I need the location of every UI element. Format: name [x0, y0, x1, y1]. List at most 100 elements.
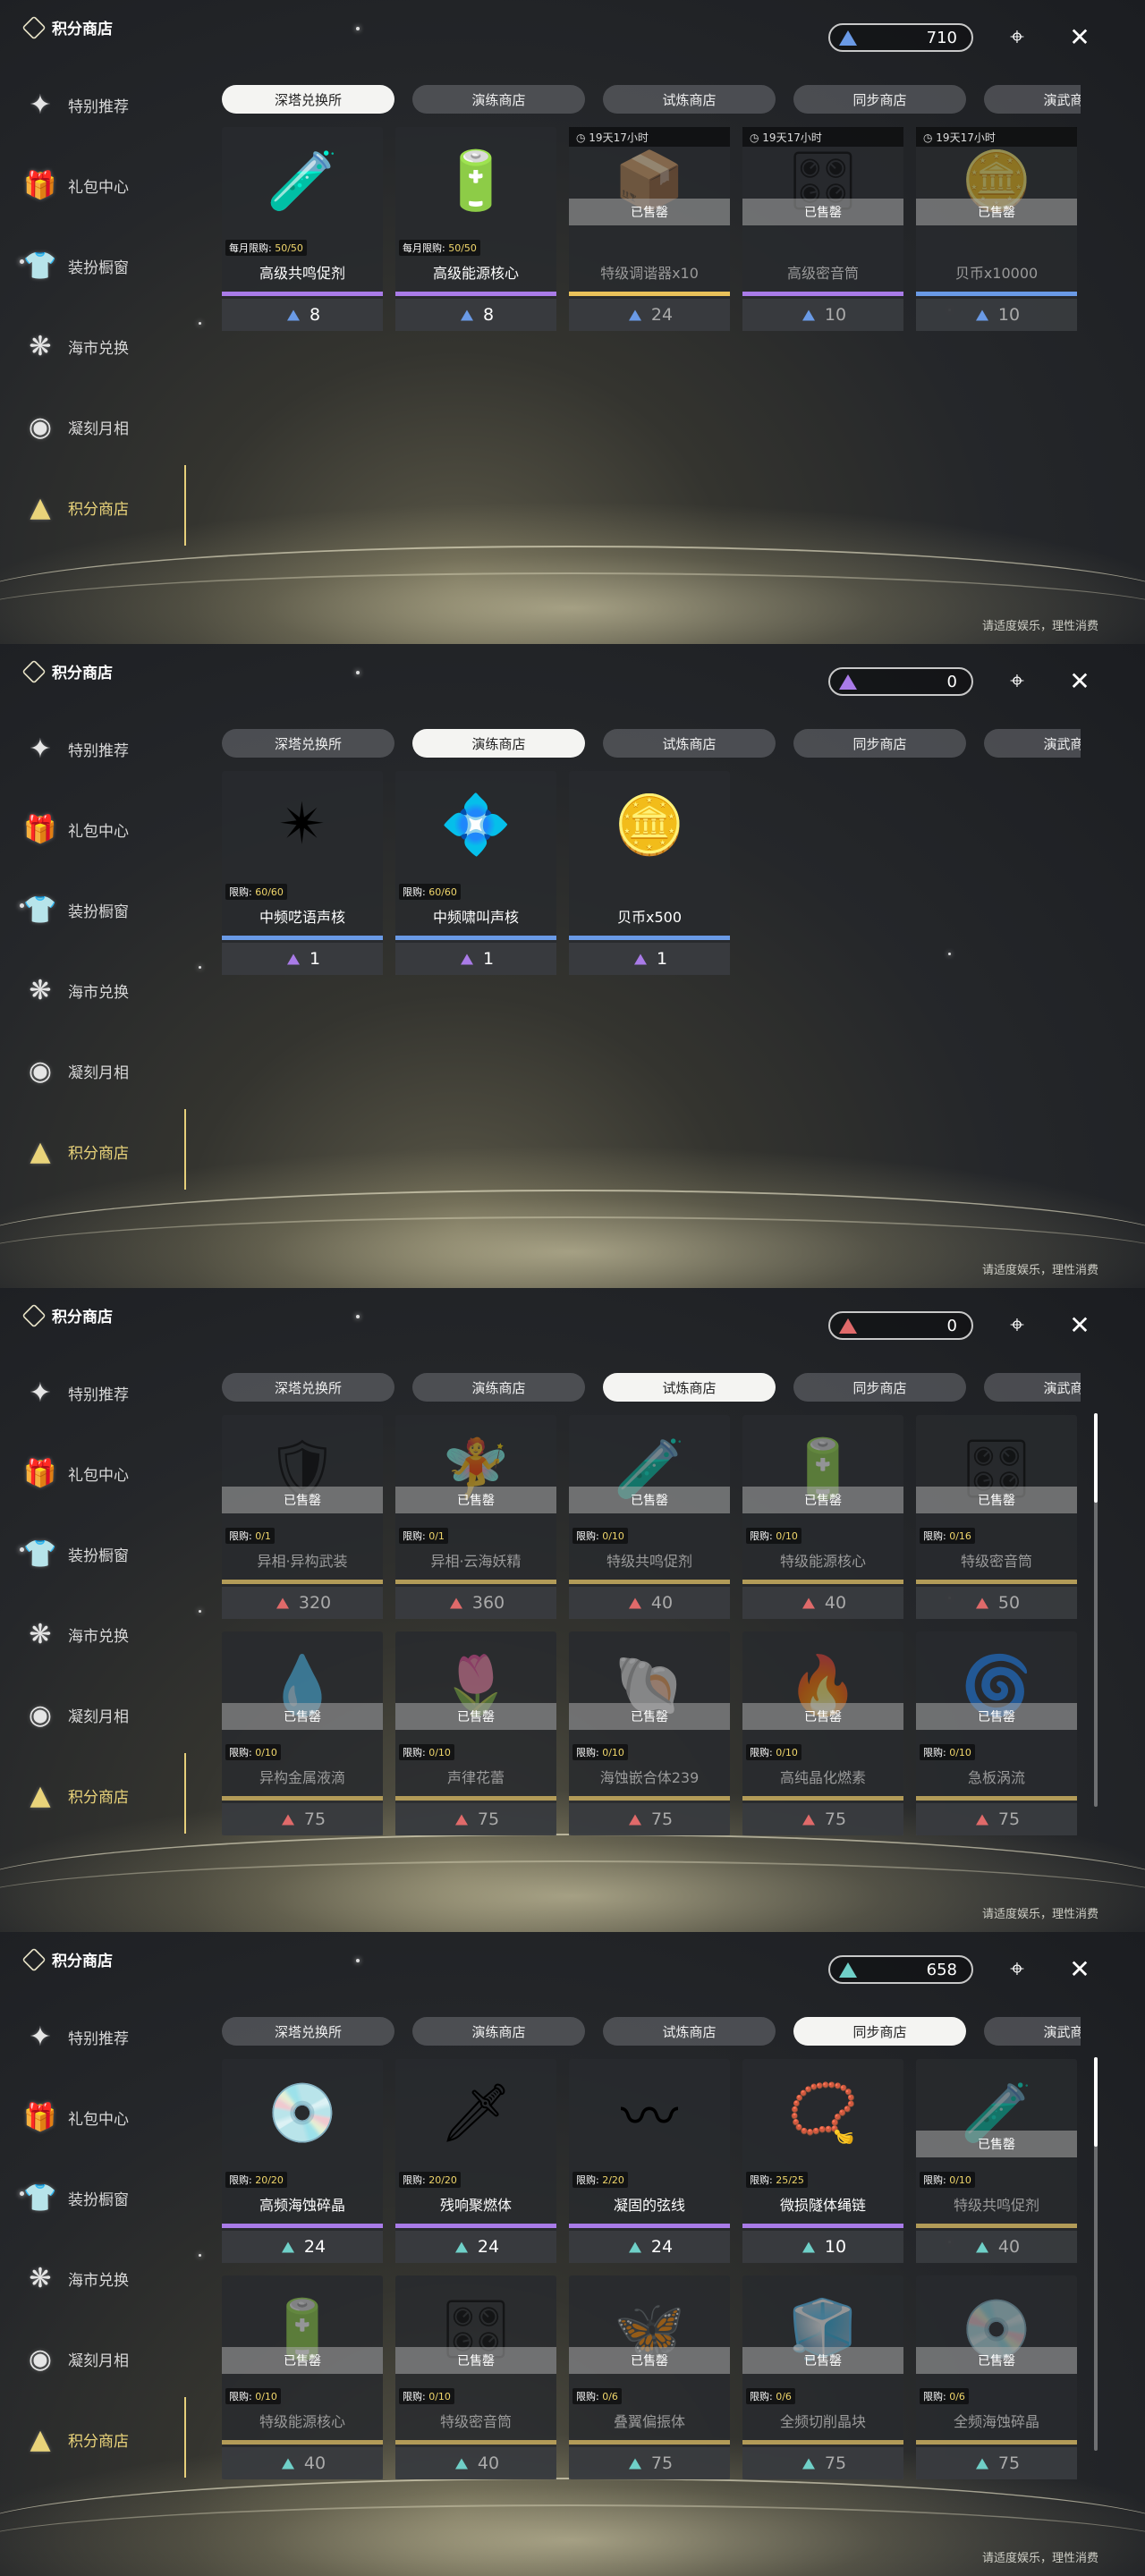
shop-item-card[interactable]: 🪙 贝币x500 1: [569, 771, 730, 975]
purchase-limit-label: 限购:: [403, 2391, 426, 2402]
shop-tab[interactable]: 试炼商店: [603, 1373, 776, 1402]
shop-item-card[interactable]: 🧪 已售罄 限购: 0/10 特级共鸣促剂 40: [916, 2059, 1077, 2263]
sidebar-item[interactable]: ◉ 凝刻月相: [23, 1030, 193, 1111]
shop-tab[interactable]: 试炼商店: [603, 85, 776, 114]
shop-item-card[interactable]: 💿 限购: 20/20 高频海蚀碎晶 24: [222, 2059, 383, 2263]
shop-tab[interactable]: 同步商店: [793, 2017, 966, 2046]
shop-tab[interactable]: 同步商店: [793, 85, 966, 114]
sidebar-item[interactable]: 🎁 礼包中心: [23, 145, 193, 225]
shop-tab[interactable]: 演练商店: [412, 1373, 585, 1402]
sidebar-item[interactable]: ❋ 海市兑换: [23, 306, 193, 386]
scrollbar-thumb[interactable]: [1094, 1413, 1098, 1503]
shop-item-card[interactable]: 💿 已售罄 限购: 0/6 全频海蚀碎晶 75: [916, 2275, 1077, 2479]
sidebar-item[interactable]: 🎁 礼包中心: [23, 789, 193, 869]
sidebar-item[interactable]: ❋ 海市兑换: [23, 950, 193, 1030]
scrollbar[interactable]: [1094, 1413, 1098, 1807]
purchase-limit-label: 限购:: [229, 1530, 252, 1542]
sidebar-item[interactable]: ▲ 积分商店: [23, 467, 193, 547]
shop-item-card[interactable]: 🛡 已售罄 限购: 0/1 异相·异构武装 320: [222, 1415, 383, 1619]
currency-crystal-icon: [628, 2458, 641, 2469]
sidebar-item[interactable]: 🎁 礼包中心: [23, 2077, 193, 2157]
close-icon[interactable]: ✕: [1064, 21, 1095, 52]
shop-panel: 积分商店 ✦ 特别推荐 🎁 礼包中心 👕 装扮橱窗 ❋ 海市兑换 ◉ 凝刻月相 ▲ 积分商店 0 ⌖ ✕ 深塔兑…: [0, 644, 1145, 1288]
shop-tab[interactable]: 深塔兑换所: [222, 1373, 394, 1402]
purchase-limit-value: 60/60: [255, 886, 284, 898]
purchase-limit-label: 限购:: [750, 2174, 773, 2186]
sidebar-item[interactable]: ❋ 海市兑换: [23, 1594, 193, 1674]
shop-item-card[interactable]: 🧪 每月限购: 50/50 高级共鸣促剂 8: [222, 127, 383, 331]
sidebar-item[interactable]: ✦ 特别推荐: [23, 1352, 193, 1433]
sidebar-item[interactable]: ◉ 凝刻月相: [23, 386, 193, 467]
sidebar-item[interactable]: ◉ 凝刻月相: [23, 1674, 193, 1755]
crosshair-help-icon[interactable]: ⌖: [1002, 665, 1032, 696]
sidebar-item[interactable]: 👕 装扮橱窗: [23, 1513, 193, 1594]
shop-tab[interactable]: 深塔兑换所: [222, 729, 394, 758]
sidebar-item[interactable]: ▲ 积分商店: [23, 2399, 193, 2479]
close-icon[interactable]: ✕: [1064, 665, 1095, 696]
shop-item-card[interactable]: 📦 ◷ 19天17小时 已售罄 特级调谐器x10 24: [569, 127, 730, 331]
sidebar-item[interactable]: 👕 装扮橱窗: [23, 869, 193, 950]
shop-item-card[interactable]: 🎛 已售罄 限购: 0/16 特级密音筒 50: [916, 1415, 1077, 1619]
crosshair-help-icon[interactable]: ⌖: [1002, 21, 1032, 52]
shop-item-card[interactable]: 🧊 已售罄 限购: 0/6 全频切削晶块 75: [742, 2275, 903, 2479]
shop-item-card[interactable]: 🎛 已售罄 限购: 0/10 特级密音筒 40: [395, 2275, 556, 2479]
scrollbar[interactable]: [1094, 2057, 1098, 2451]
shop-tab[interactable]: 演练商店: [412, 2017, 585, 2046]
shop-item-card[interactable]: ✴ 限购: 60/60 中频呓语声核 1: [222, 771, 383, 975]
rarity-bar: [742, 1580, 903, 1584]
shop-tabs: 深塔兑换所演练商店试炼商店同步商店演武商店: [222, 2017, 1081, 2046]
shop-item-card[interactable]: 🌷 已售罄 限购: 0/10 声律花蕾 75: [395, 1631, 556, 1835]
sidebar-item[interactable]: 🎁 礼包中心: [23, 1433, 193, 1513]
shop-item-card[interactable]: 🪙 ◷ 19天17小时 已售罄 贝币x10000 10: [916, 127, 1077, 331]
scrollbar-thumb[interactable]: [1094, 2057, 1098, 2147]
shop-tab[interactable]: 演武商店: [984, 1373, 1081, 1402]
shop-item-card[interactable]: 📿 限购: 25/25 微损隧体绳链 10: [742, 2059, 903, 2263]
purchase-limit-label: 限购:: [750, 2391, 773, 2402]
shop-item-card[interactable]: 🦋 已售罄 限购: 0/6 叠翼偏振体 75: [569, 2275, 730, 2479]
shop-tab[interactable]: 试炼商店: [603, 2017, 776, 2046]
shop-tab[interactable]: 试炼商店: [603, 729, 776, 758]
shop-item-card[interactable]: 🗡 限购: 20/20 残响聚燃体 24: [395, 2059, 556, 2263]
rarity-bar: [395, 1580, 556, 1584]
shop-item-card[interactable]: 〰限购: 2/20 凝固的弦线 24: [569, 2059, 730, 2263]
shop-item-card[interactable]: 🌀 已售罄 限购: 0/10 急板涡流 75: [916, 1631, 1077, 1835]
shop-item-card[interactable]: 🧚 已售罄 限购: 0/1 异相·云海妖精 360: [395, 1415, 556, 1619]
shop-item-card[interactable]: 🔥 已售罄 限购: 0/10 高纯晶化燃素 75: [742, 1631, 903, 1835]
shop-tab[interactable]: 演练商店: [412, 85, 585, 114]
item-price: 50: [916, 1587, 1077, 1619]
currency-crystal-icon: [460, 309, 473, 320]
shop-item-card[interactable]: 🧪 已售罄 限购: 0/10 特级共鸣促剂 40: [569, 1415, 730, 1619]
close-icon[interactable]: ✕: [1064, 1953, 1095, 1984]
sold-out-badge: 已售罄: [569, 1703, 730, 1730]
shop-item-card[interactable]: 🔋 已售罄 限购: 0/10 特级能源核心 40: [222, 2275, 383, 2479]
shop-tab[interactable]: 同步商店: [793, 1373, 966, 1402]
sidebar-item[interactable]: ▲ 积分商店: [23, 1111, 193, 1191]
crosshair-help-icon[interactable]: ⌖: [1002, 1309, 1032, 1340]
shop-item-card[interactable]: 🔋 每月限购: 50/50 高级能源核心 8: [395, 127, 556, 331]
shop-tab[interactable]: 同步商店: [793, 729, 966, 758]
sidebar-item[interactable]: 👕 装扮橱窗: [23, 2157, 193, 2238]
sidebar-item[interactable]: ◉ 凝刻月相: [23, 2318, 193, 2399]
rarity-bar: [569, 292, 730, 296]
shop-item-card[interactable]: 💧 已售罄 限购: 0/10 异构金属液滴 75: [222, 1631, 383, 1835]
rarity-bar: [916, 292, 1077, 296]
shop-item-card[interactable]: 🎛 ◷ 19天17小时 已售罄 高级密音筒 10: [742, 127, 903, 331]
close-icon[interactable]: ✕: [1064, 1309, 1095, 1340]
sidebar-item[interactable]: ✦ 特别推荐: [23, 708, 193, 789]
shop-tab[interactable]: 深塔兑换所: [222, 85, 394, 114]
sidebar-item[interactable]: ✦ 特别推荐: [23, 64, 193, 145]
light-wave: [0, 2504, 1145, 2576]
shop-item-card[interactable]: 💠 限购: 60/60 中频啸叫声核 1: [395, 771, 556, 975]
shop-item-card[interactable]: 🐚 已售罄 限购: 0/10 海蚀嵌合体239 75: [569, 1631, 730, 1835]
shop-tab[interactable]: 演武商店: [984, 85, 1081, 114]
shop-tab[interactable]: 演武商店: [984, 2017, 1081, 2046]
shop-tab[interactable]: 演武商店: [984, 729, 1081, 758]
sidebar-item[interactable]: 👕 装扮橱窗: [23, 225, 193, 306]
shop-item-card[interactable]: 🔋 已售罄 限购: 0/10 特级能源核心 40: [742, 1415, 903, 1619]
shop-tab[interactable]: 演练商店: [412, 729, 585, 758]
sidebar-item[interactable]: ❋ 海市兑换: [23, 2238, 193, 2318]
sidebar-item[interactable]: ✦ 特别推荐: [23, 1996, 193, 2077]
crosshair-help-icon[interactable]: ⌖: [1002, 1953, 1032, 1984]
sidebar-item[interactable]: ▲ 积分商店: [23, 1755, 193, 1835]
shop-tab[interactable]: 深塔兑换所: [222, 2017, 394, 2046]
